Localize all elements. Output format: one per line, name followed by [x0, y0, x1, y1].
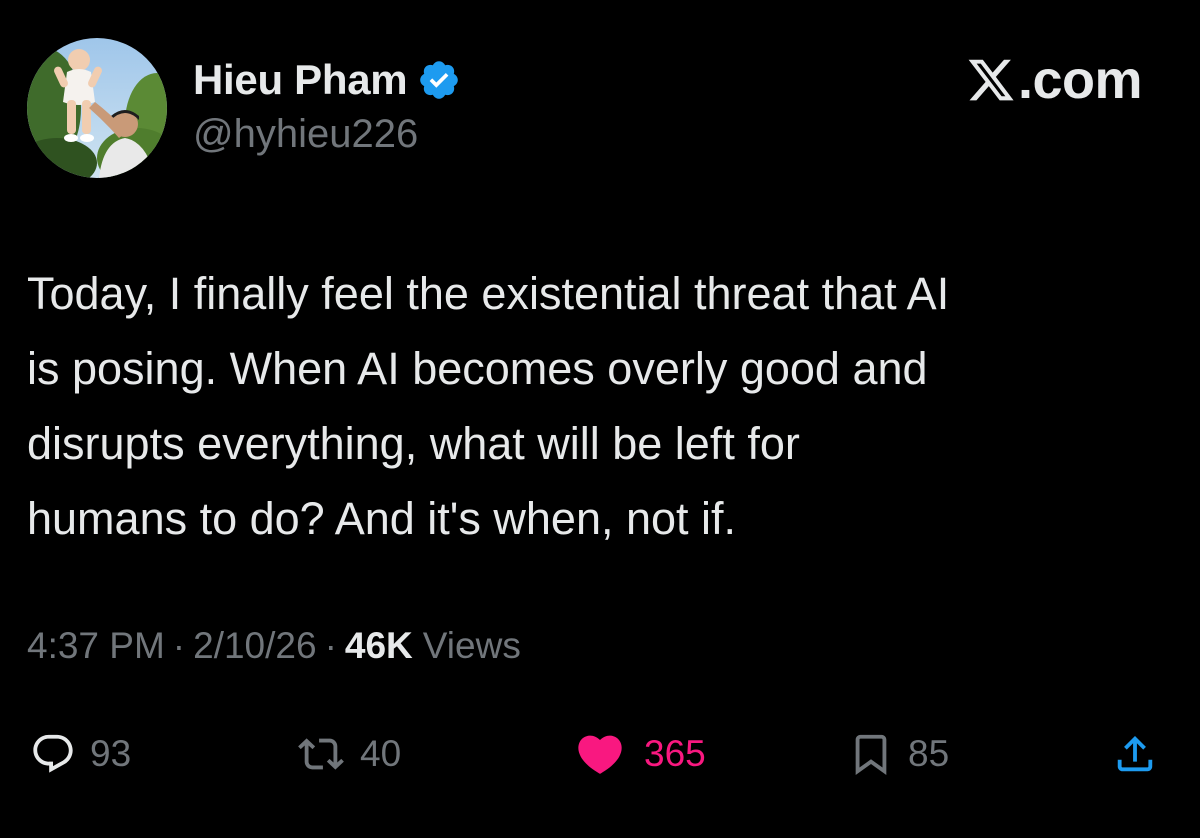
tweet-time[interactable]: 4:37 PM [27, 625, 165, 667]
share-button[interactable] [1112, 722, 1158, 786]
author-display-name[interactable]: Hieu Pham [193, 56, 408, 104]
tweet-text: Today, I finally feel the existential th… [27, 268, 950, 544]
heart-filled-icon [578, 735, 622, 774]
repost-count: 40 [360, 733, 402, 774]
tweet-card: Hieu Pham @hyhieu226 .com Today, I final… [0, 0, 1200, 838]
like-button[interactable]: 365 [570, 722, 706, 786]
repost-button[interactable]: 40 [296, 722, 401, 786]
brand-link[interactable]: .com [966, 50, 1143, 110]
reply-count: 93 [90, 733, 132, 774]
meta-separator: · [172, 625, 186, 666]
share-icon [1117, 735, 1153, 772]
tweet-date[interactable]: 2/10/26 [193, 625, 316, 667]
repost-icon [298, 738, 344, 770]
avatar-photo [27, 38, 167, 178]
meta-separator: · [324, 625, 337, 666]
bookmark-count: 85 [908, 733, 950, 774]
brand-domain-text: .com [1017, 50, 1143, 110]
author-handle[interactable]: @hyhieu226 [193, 112, 418, 157]
author-name-row: Hieu Pham [193, 54, 461, 106]
bookmark-icon [855, 734, 887, 775]
views-label: Views [422, 625, 521, 666]
views-count: 46K [344, 625, 413, 666]
action-bar: 93 40 365 85 [0, 722, 1200, 786]
x-logo-icon [968, 59, 1014, 101]
like-count: 365 [644, 733, 706, 774]
reply-icon [33, 734, 73, 773]
verified-badge-icon [417, 58, 461, 102]
tweet-meta: 4:37 PM · 2/10/26 · 46K Views [27, 625, 521, 667]
bookmark-button[interactable]: 85 [848, 722, 949, 786]
reply-button[interactable]: 93 [30, 722, 131, 786]
avatar[interactable] [27, 38, 167, 178]
